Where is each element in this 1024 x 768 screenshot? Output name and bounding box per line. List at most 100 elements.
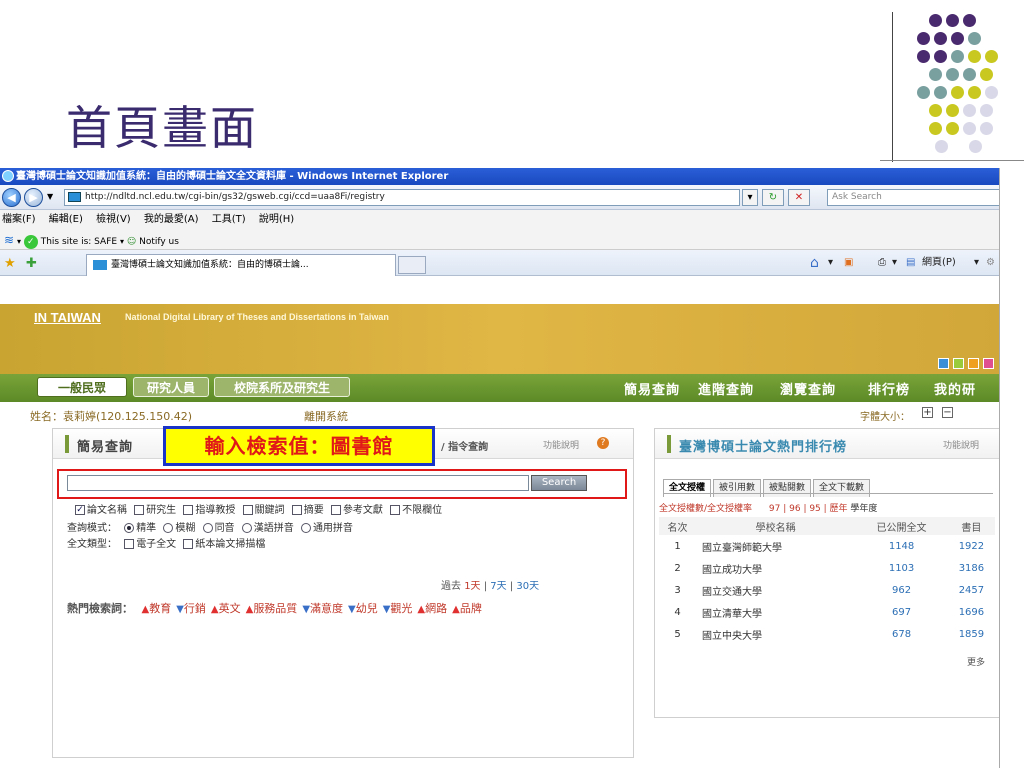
command-search-link[interactable]: / 指令查詢 [441, 438, 488, 453]
print-icon[interactable]: ⎙ [878, 254, 886, 272]
hot-term-link[interactable]: 網路 [425, 602, 447, 615]
logout-link[interactable]: 離開系統 [304, 408, 348, 424]
checkbox-electronic[interactable] [124, 539, 135, 549]
radio-hanyu[interactable] [241, 523, 252, 533]
tab-citations[interactable]: 被引用數 [713, 479, 762, 497]
menu-view[interactable]: 檢視(V) [96, 214, 131, 225]
tab-fulltext-auth[interactable]: 全文授權 [663, 479, 712, 497]
role-school[interactable]: 校院系所及研究生 [214, 377, 350, 397]
nav-advanced-search[interactable]: 進階查詢 [698, 379, 754, 398]
refresh-icon[interactable]: ↻ [762, 189, 784, 206]
menu-favorites[interactable]: 我的最愛(A) [144, 214, 199, 225]
tools-gear-icon[interactable]: ⚙ [986, 254, 995, 272]
hot-term-link[interactable]: 英文 [219, 602, 241, 615]
address-dropdown-icon[interactable]: ▾ [742, 189, 758, 206]
hot-term-link[interactable]: 品牌 [460, 602, 482, 615]
page-dropdown-icon[interactable]: ▾ [974, 254, 979, 272]
favorites-star-icon[interactable]: ★ [4, 256, 16, 271]
stop-icon[interactable]: ✕ [788, 189, 810, 206]
hot-term-link[interactable]: 教育 [149, 602, 171, 615]
forward-button[interactable]: ▶ [24, 188, 43, 207]
tab-downloads[interactable]: 全文下載數 [813, 479, 871, 497]
period-1day[interactable]: 1天 [464, 581, 480, 592]
site-navbar: 一般民眾 研究人員 校院系所及研究生 簡易查詢 進階查詢 瀏覽查詢 排行榜 我的… [0, 374, 999, 402]
school-link[interactable]: 國立臺灣師範大學 [696, 535, 855, 557]
year-links[interactable]: 97 | 96 | 95 | 歷年 [769, 504, 848, 514]
hot-term-link[interactable]: 服務品質 [253, 602, 297, 615]
theme-swatch-orange[interactable] [968, 358, 979, 369]
theme-swatch-blue[interactable] [938, 358, 949, 369]
theme-swatch-pink[interactable] [983, 358, 994, 369]
field-advisor-label: 指導教授 [195, 505, 236, 516]
nav-browse[interactable]: 瀏覽查詢 [780, 379, 836, 398]
annotation-callout: 輸入檢索值：圖書館 [163, 426, 435, 466]
checkbox-advisor[interactable] [183, 505, 194, 515]
role-researcher[interactable]: 研究人員 [133, 377, 209, 397]
history-dropdown-icon[interactable]: ▼ [47, 192, 53, 201]
feeds-icon[interactable]: ▣ [844, 254, 853, 272]
nav-ranking[interactable]: 排行榜 [868, 379, 910, 398]
safe-status[interactable]: This site is: SAFE [41, 237, 117, 247]
role-public[interactable]: 一般民眾 [37, 377, 127, 397]
brand-text[interactable]: IN TAIWAN [34, 310, 101, 325]
address-toolbar: ◀ ▶ ▼ http://ndltd.ncl.edu.tw/cgi-bin/gs… [0, 185, 999, 210]
menu-edit[interactable]: 編輯(E) [49, 214, 83, 225]
metric-row: 全文授權數/全文授權率 97 | 96 | 95 | 歷年 學年度 [659, 501, 877, 514]
home-icon[interactable]: ⌂ [810, 254, 819, 272]
menu-file[interactable]: 檔案(F) [2, 214, 36, 225]
menu-help[interactable]: 說明(H) [259, 214, 294, 225]
font-decrease-icon[interactable]: − [942, 407, 953, 418]
people-icon: ☺ [126, 237, 137, 247]
address-bar[interactable]: http://ndltd.ncl.edu.tw/cgi-bin/gs32/gsw… [64, 189, 740, 206]
hot-term-link[interactable]: 觀光 [390, 602, 412, 615]
search-help-link[interactable]: 功能說明 [543, 438, 579, 451]
school-link[interactable]: 國立交通大學 [696, 579, 855, 601]
ask-search-input[interactable]: Ask Search [827, 189, 999, 206]
wifi-icon[interactable]: ≋ [4, 233, 14, 247]
home-dropdown-icon[interactable]: ▾ [828, 254, 833, 272]
school-link[interactable]: 國立清華大學 [696, 601, 855, 623]
print-dropdown-icon[interactable]: ▾ [892, 254, 897, 272]
records-count: 1922 [958, 540, 985, 552]
new-tab-button[interactable] [398, 256, 426, 274]
nav-my[interactable]: 我的研 [934, 379, 976, 398]
decor-dot [946, 104, 959, 117]
nav-simple-search[interactable]: 簡易查詢 [624, 379, 680, 398]
checkbox-references[interactable] [330, 505, 341, 515]
period-30days[interactable]: 30天 [516, 581, 539, 592]
notify-link[interactable]: Notify us [139, 237, 179, 247]
page-menu[interactable]: 網頁(P) [922, 254, 956, 272]
tab-views[interactable]: 被點閱數 [763, 479, 812, 497]
radio-homophone[interactable] [202, 523, 213, 533]
more-link[interactable]: 更多 [967, 655, 985, 668]
radio-fuzzy[interactable] [163, 523, 174, 533]
font-increase-icon[interactable]: + [922, 407, 933, 418]
radio-tongyong[interactable] [300, 523, 311, 533]
help-icon[interactable]: ? [597, 437, 609, 449]
school-link[interactable]: 國立中央大學 [696, 623, 855, 645]
safe-dropdown-icon[interactable]: ▾ [120, 237, 124, 246]
hot-term-link[interactable]: 幼兒 [356, 602, 378, 615]
wifi-dropdown-icon[interactable]: ▾ [17, 237, 21, 246]
theme-swatch-green[interactable] [953, 358, 964, 369]
school-link[interactable]: 國立成功大學 [696, 557, 855, 579]
hot-term-link[interactable]: 滿意度 [310, 602, 343, 615]
tab-title: 臺灣博碩士論文知識加值系統：自由的博碩士論... [111, 260, 309, 270]
checkbox-student[interactable] [134, 505, 145, 515]
period-7days[interactable]: 7天 [490, 581, 506, 592]
checkbox-keyword[interactable] [242, 505, 253, 515]
metric-label[interactable]: 全文授權數/全文授權率 [659, 504, 752, 514]
page-icon[interactable]: ▤ [906, 254, 915, 272]
menu-tools[interactable]: 工具(T) [212, 214, 246, 225]
tab-active[interactable]: 臺灣博碩士論文知識加值系統：自由的博碩士論... [86, 254, 396, 276]
radio-exact[interactable] [124, 523, 135, 533]
checkbox-title[interactable] [75, 505, 85, 515]
checkbox-abstract[interactable] [291, 505, 302, 515]
period-label: 過去 [441, 581, 461, 592]
hot-term-link[interactable]: 行銷 [184, 602, 206, 615]
add-favorite-icon[interactable]: ✚ [26, 256, 37, 271]
ranking-help-link[interactable]: 功能說明 [943, 438, 979, 451]
checkbox-scanned[interactable] [183, 539, 194, 549]
back-button[interactable]: ◀ [2, 188, 21, 207]
checkbox-any-field[interactable] [390, 505, 401, 515]
